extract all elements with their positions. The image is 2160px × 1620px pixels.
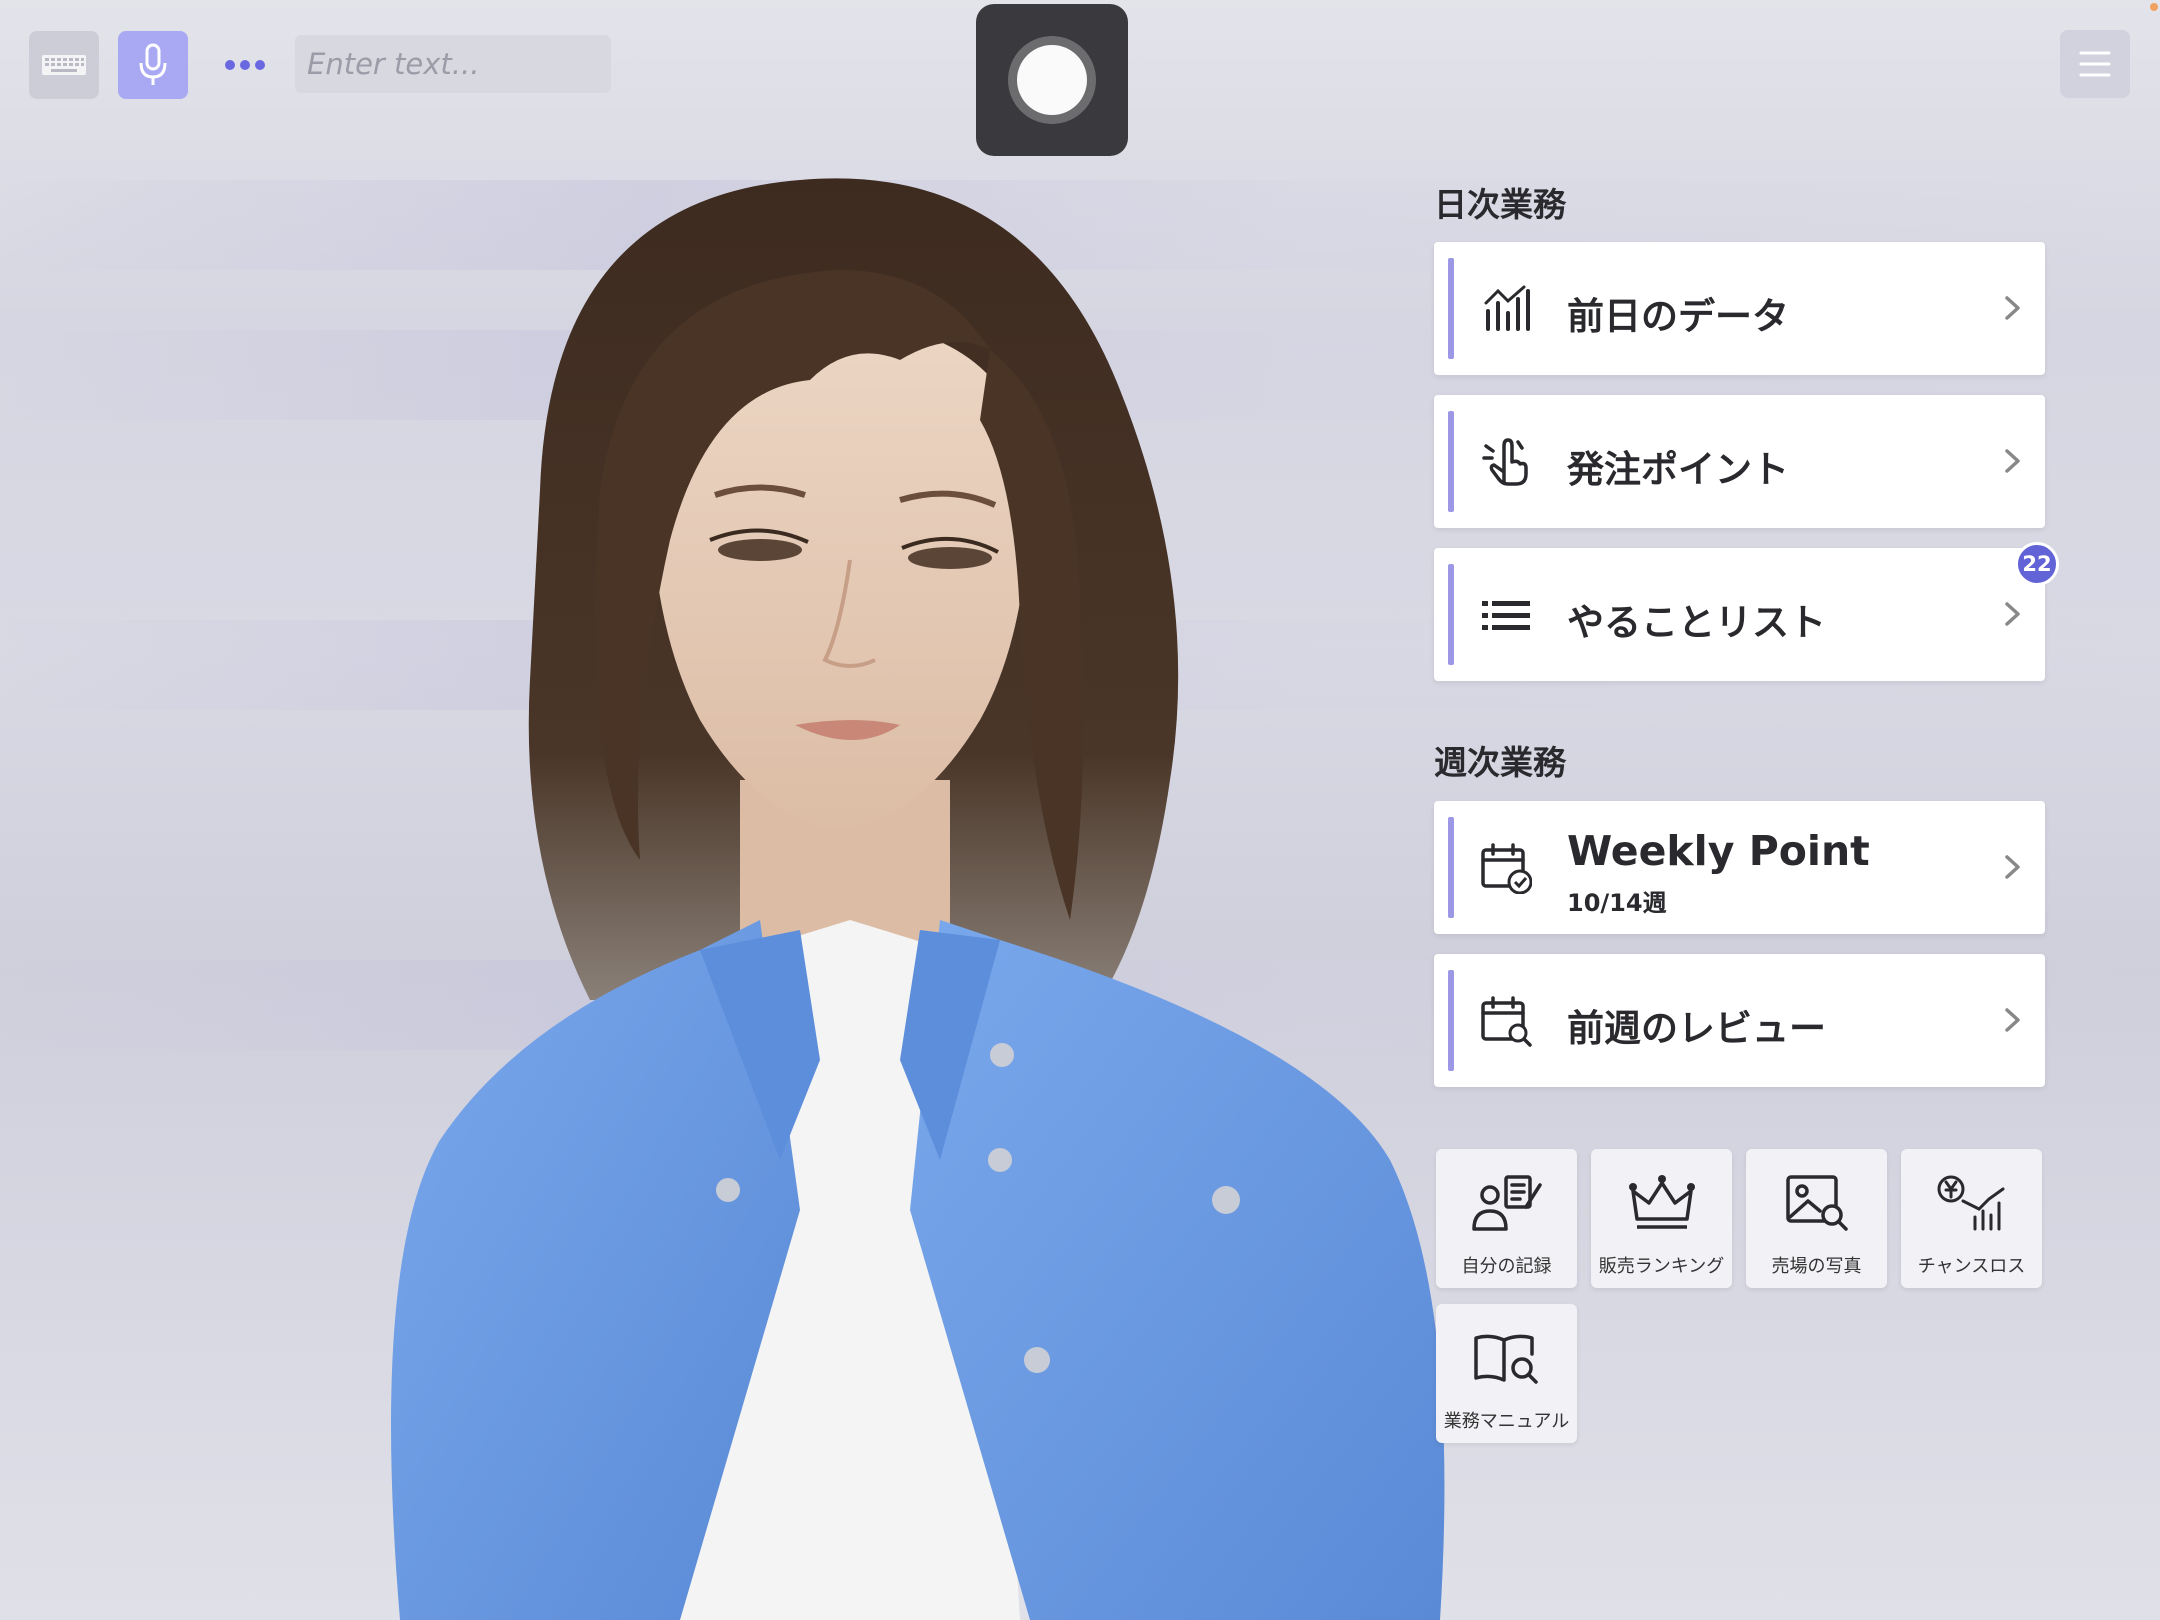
tile-label: チャンスロス bbox=[1917, 1256, 2026, 1277]
task-item-todo-list[interactable]: やることリスト bbox=[1434, 548, 2045, 681]
daily-section-title: 日次業務 bbox=[1434, 185, 1566, 224]
microphone-icon bbox=[139, 43, 167, 85]
task-label: 前日のデータ bbox=[1567, 295, 1789, 338]
tile-sales-ranking[interactable]: 販売ランキング bbox=[1591, 1149, 1732, 1288]
chevron-right-icon bbox=[2005, 602, 2020, 626]
hand-point-icon bbox=[1482, 438, 1528, 486]
book-search-icon bbox=[1474, 1334, 1538, 1384]
tile-chance-loss[interactable]: チャンスロス bbox=[1901, 1149, 2042, 1288]
card-accent-bar bbox=[1448, 817, 1454, 918]
more-options-button[interactable] bbox=[216, 40, 276, 90]
todo-count-badge: 22 bbox=[2015, 542, 2059, 586]
menu-button[interactable] bbox=[2060, 30, 2130, 98]
microphone-button[interactable] bbox=[118, 31, 188, 99]
hamburger-menu-icon bbox=[2079, 51, 2111, 77]
tile-work-manual[interactable]: 業務マニュアル bbox=[1436, 1304, 1577, 1443]
task-label: Weekly Point bbox=[1567, 827, 1870, 875]
keyboard-icon bbox=[42, 55, 86, 75]
notification-dot bbox=[2150, 3, 2158, 11]
tile-label: 業務マニュアル bbox=[1443, 1411, 1570, 1432]
yen-chart-icon bbox=[1937, 1175, 2005, 1231]
task-item-weekly-point[interactable]: Weekly Point 10/14週 bbox=[1434, 801, 2045, 934]
list-icon bbox=[1482, 601, 1530, 630]
week-date-label: 10/14週 bbox=[1567, 889, 1667, 917]
crown-icon bbox=[1629, 1175, 1695, 1229]
tile-label: 売場の写真 bbox=[1771, 1256, 1862, 1277]
photo-search-icon bbox=[1786, 1175, 1848, 1231]
card-accent-bar bbox=[1448, 970, 1454, 1071]
chat-text-input[interactable] bbox=[295, 35, 611, 93]
chevron-right-icon bbox=[2005, 855, 2020, 879]
card-accent-bar bbox=[1448, 564, 1454, 665]
ellipsis-icon bbox=[225, 60, 265, 70]
task-item-last-week-review[interactable]: 前週のレビュー bbox=[1434, 954, 2045, 1087]
keyboard-button[interactable] bbox=[29, 31, 99, 99]
tile-label: 販売ランキング bbox=[1598, 1256, 1725, 1277]
chevron-right-icon bbox=[2005, 296, 2020, 320]
tile-store-photos[interactable]: 売場の写真 bbox=[1746, 1149, 1887, 1288]
calendar-check-icon bbox=[1481, 843, 1532, 894]
tile-my-records[interactable]: 自分の記録 bbox=[1436, 1149, 1577, 1288]
record-button[interactable] bbox=[976, 4, 1128, 156]
avatar-character bbox=[391, 178, 1445, 1620]
chevron-right-icon bbox=[2005, 449, 2020, 473]
bar-chart-icon bbox=[1484, 285, 1530, 331]
weekly-section-title: 週次業務 bbox=[1434, 743, 1566, 782]
task-label: やることリスト bbox=[1567, 601, 1826, 644]
task-item-order-point[interactable]: 発注ポイント bbox=[1434, 395, 2045, 528]
task-item-previous-day-data[interactable]: 前日のデータ bbox=[1434, 242, 2045, 375]
record-icon bbox=[1008, 36, 1096, 124]
card-accent-bar bbox=[1448, 258, 1454, 359]
tile-label: 自分の記録 bbox=[1461, 1256, 1552, 1277]
task-label: 発注ポイント bbox=[1567, 448, 1789, 491]
user-notes-icon bbox=[1472, 1175, 1542, 1231]
card-accent-bar bbox=[1448, 411, 1454, 512]
calendar-search-icon bbox=[1481, 996, 1532, 1047]
task-label: 前週のレビュー bbox=[1567, 1007, 1826, 1050]
chevron-right-icon bbox=[2005, 1008, 2020, 1032]
